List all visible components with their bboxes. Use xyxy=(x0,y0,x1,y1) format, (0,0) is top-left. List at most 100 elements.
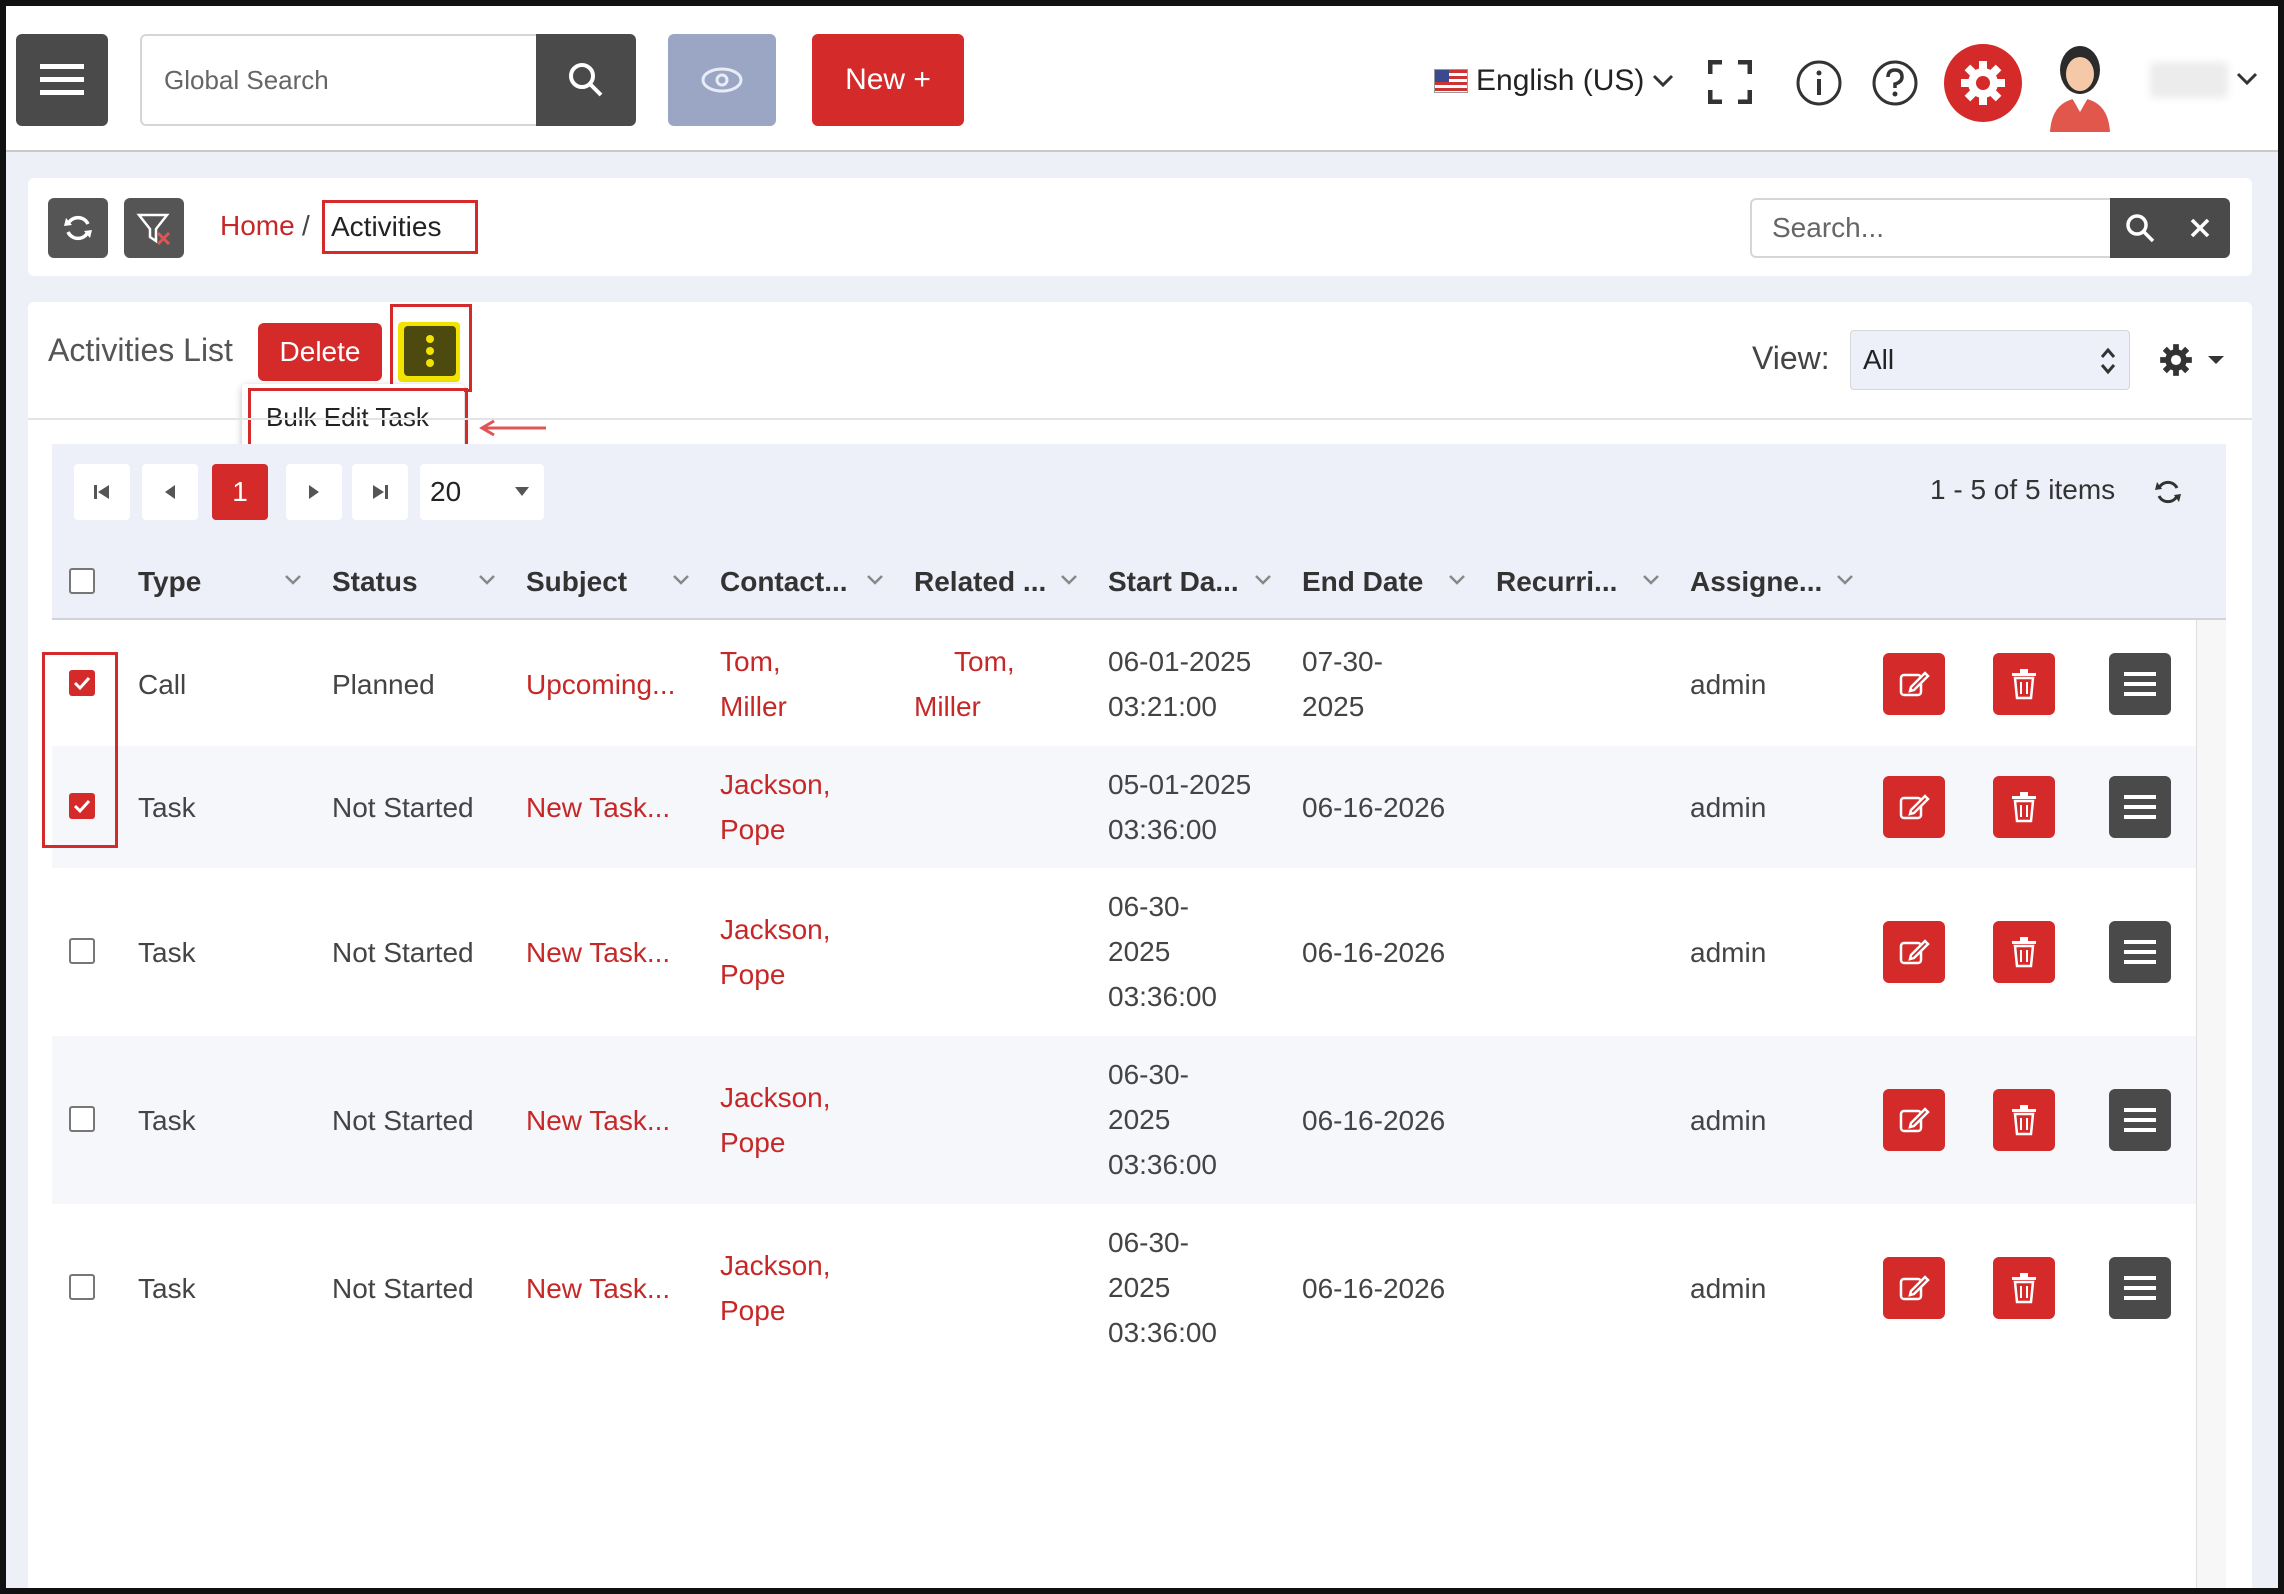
fullscreen-button[interactable] xyxy=(1706,58,1754,106)
prev-page-button[interactable] xyxy=(142,464,198,520)
list-search-input[interactable]: Search... xyxy=(1750,198,2110,258)
edit-button[interactable] xyxy=(1883,776,1945,838)
column-menu-chevron-icon[interactable] xyxy=(1060,570,1078,591)
column-header-related[interactable]: Related ... xyxy=(914,566,1046,598)
cell-subject-link[interactable]: New Task... xyxy=(526,1098,670,1143)
cell-contact-link[interactable]: Jackson, xyxy=(720,1075,831,1120)
more-actions-button[interactable] xyxy=(404,326,456,376)
last-page-button[interactable] xyxy=(352,464,408,520)
cell-contact-link[interactable]: Pope xyxy=(720,1288,785,1333)
first-page-button[interactable] xyxy=(74,464,130,520)
cell-start-date: 06-30- xyxy=(1108,1059,1189,1090)
column-header-status[interactable]: Status xyxy=(332,566,418,598)
cell-subject-link[interactable]: New Task... xyxy=(526,930,670,975)
edit-button[interactable] xyxy=(1883,1089,1945,1151)
column-header-assignee[interactable]: Assigne... xyxy=(1690,566,1822,598)
cell-related-link[interactable]: Tom, xyxy=(954,639,1015,684)
clear-search-button[interactable] xyxy=(2170,198,2230,258)
view-label: View: xyxy=(1752,340,1830,376)
column-menu-chevron-icon[interactable] xyxy=(478,570,496,591)
cell-subject-link[interactable]: New Task... xyxy=(526,785,670,830)
cell-type: Call xyxy=(138,669,187,700)
cell-contact-link[interactable]: Miller xyxy=(720,684,787,729)
row-menu-button[interactable] xyxy=(2109,921,2171,983)
column-header-type[interactable]: Type xyxy=(138,566,201,598)
view-select[interactable]: All xyxy=(1850,330,2130,390)
row-menu-button[interactable] xyxy=(2109,776,2171,838)
info-button[interactable] xyxy=(1794,58,1844,108)
refresh-icon xyxy=(64,215,92,241)
avatar[interactable] xyxy=(2044,40,2116,132)
column-header-contact[interactable]: Contact... xyxy=(720,566,848,598)
cell-contact-link[interactable]: Jackson, xyxy=(720,907,831,952)
cell-type: Task xyxy=(138,792,196,823)
column-menu-chevron-icon[interactable] xyxy=(1254,570,1272,591)
table-scrollbar[interactable] xyxy=(2196,620,2226,1594)
refresh-button[interactable] xyxy=(48,198,108,258)
edit-button[interactable] xyxy=(1883,921,1945,983)
breadcrumb-home-link[interactable]: Home xyxy=(220,210,295,242)
delete-row-button[interactable] xyxy=(1993,1089,2055,1151)
help-button[interactable] xyxy=(1870,58,1920,108)
delete-row-button[interactable] xyxy=(1993,921,2055,983)
menu-toggle-button[interactable] xyxy=(16,34,108,126)
column-menu-chevron-icon[interactable] xyxy=(1836,570,1854,591)
user-menu-chevron[interactable] xyxy=(2236,72,2258,91)
cell-assignee: admin xyxy=(1690,669,1767,700)
delete-row-button[interactable] xyxy=(1993,1257,2055,1319)
page-size-select[interactable]: 20 xyxy=(420,464,544,520)
cell-start-date: 03:21:00 xyxy=(1108,691,1217,722)
cell-contact-link[interactable]: Tom, xyxy=(720,639,781,684)
language-selector[interactable]: English (US) xyxy=(1434,56,1674,106)
select-all-checkbox[interactable] xyxy=(69,568,95,594)
global-search-button[interactable] xyxy=(536,34,636,126)
column-menu-chevron-icon[interactable] xyxy=(866,570,884,591)
cell-status: Not Started xyxy=(332,1273,474,1304)
user-name[interactable] xyxy=(2150,62,2228,98)
cell-subject-link[interactable]: New Task... xyxy=(526,1266,670,1311)
cell-subject-link[interactable]: Upcoming... xyxy=(526,662,675,707)
page-1-button[interactable]: 1 xyxy=(212,464,268,520)
settings-button[interactable] xyxy=(1944,44,2022,122)
row-menu-button[interactable] xyxy=(2109,1089,2171,1151)
filter-clear-icon xyxy=(136,213,171,245)
next-page-button[interactable] xyxy=(286,464,342,520)
column-header-subject[interactable]: Subject xyxy=(526,566,627,598)
cell-contact-link[interactable]: Pope xyxy=(720,952,785,997)
column-header-recurring[interactable]: Recurri... xyxy=(1496,566,1617,598)
edit-button[interactable] xyxy=(1883,653,1945,715)
column-menu-chevron-icon[interactable] xyxy=(1642,570,1660,591)
column-menu-chevron-icon[interactable] xyxy=(1448,570,1466,591)
column-menu-chevron-icon[interactable] xyxy=(284,570,302,591)
trash-icon xyxy=(2012,1273,2036,1304)
edit-button[interactable] xyxy=(1883,1257,1945,1319)
global-search-input[interactable]: Global Search xyxy=(140,34,536,126)
row-checkbox[interactable] xyxy=(69,1274,95,1300)
cell-contact-link[interactable]: Jackson, xyxy=(720,1243,831,1288)
edit-icon xyxy=(1899,794,1930,820)
row-checkbox[interactable] xyxy=(69,938,95,964)
row-menu-button[interactable] xyxy=(2109,1257,2171,1319)
column-header-end-date[interactable]: End Date xyxy=(1302,566,1423,598)
edit-icon xyxy=(1899,1107,1930,1133)
cell-related-link[interactable]: Miller xyxy=(914,684,981,729)
column-settings-button[interactable] xyxy=(2152,338,2232,382)
new-button[interactable]: New + xyxy=(812,34,964,126)
delete-row-button[interactable] xyxy=(1993,776,2055,838)
column-header-start-date[interactable]: Start Da... xyxy=(1108,566,1239,598)
cell-start-date: 03:36:00 xyxy=(1108,981,1217,1012)
column-menu-chevron-icon[interactable] xyxy=(672,570,690,591)
delete-button[interactable]: Delete xyxy=(258,323,382,381)
preview-button[interactable] xyxy=(668,34,776,126)
gear-icon xyxy=(2160,344,2192,376)
clear-filter-button[interactable] xyxy=(124,198,184,258)
edit-icon xyxy=(1899,1275,1930,1301)
pager-refresh-button[interactable] xyxy=(2150,474,2186,510)
cell-contact-link[interactable]: Pope xyxy=(720,807,785,852)
row-checkbox[interactable] xyxy=(69,1106,95,1132)
row-menu-button[interactable] xyxy=(2109,653,2171,715)
cell-contact-link[interactable]: Pope xyxy=(720,1120,785,1165)
delete-row-button[interactable] xyxy=(1993,653,2055,715)
list-search-button[interactable] xyxy=(2110,198,2170,258)
cell-contact-link[interactable]: Jackson, xyxy=(720,762,831,807)
